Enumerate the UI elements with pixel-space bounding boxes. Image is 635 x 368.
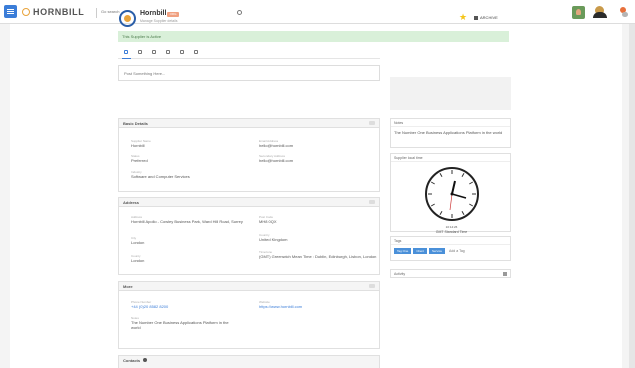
panel-title: Address [123, 200, 140, 205]
field-value: MH8 0QX [259, 219, 277, 224]
panel-title: Basic Details [123, 121, 148, 126]
favourite-star-icon[interactable]: ★ [459, 13, 467, 22]
info-icon[interactable] [143, 358, 148, 362]
phone-link[interactable]: +44 (0)20 8582 8200 [131, 304, 168, 309]
field-value: hello@hornbill.com [259, 158, 294, 163]
tab-list[interactable] [194, 50, 199, 55]
panel-title: Contacts [123, 358, 141, 363]
panel-header: More [119, 282, 379, 291]
hamburger-menu-icon[interactable] [4, 5, 17, 18]
notes-text: The Number One Business Applications Pla… [394, 130, 503, 135]
field-value: Hornbill [131, 143, 145, 148]
archive-button[interactable]: ARCHIVE [474, 15, 498, 20]
search-icon [152, 50, 156, 54]
user-avatar[interactable] [593, 5, 611, 19]
post-box [118, 65, 380, 81]
tab-attachments[interactable] [138, 50, 143, 55]
supplier-logo [119, 10, 136, 27]
panel-header: Address [119, 198, 379, 207]
supplier-header: Hornbill ORG Manage Supplier details ★ A… [118, 8, 510, 33]
field-phone: Phone Number +44 (0)20 8582 8200 [131, 300, 168, 309]
field-status: Status Preferred [131, 154, 148, 163]
local-time-panel: Supplier local time 10:14:26 GMT Standar… [390, 153, 511, 234]
status-alert: This Supplier is Active [118, 31, 509, 42]
logo-text: HORNBILL [33, 7, 85, 17]
field-value: United Kingdom [259, 237, 288, 242]
supplier-name: Hornbill [140, 10, 167, 17]
basic-details-panel: Basic Details Supplier Name Hornbill Ema… [118, 118, 380, 192]
tag-chip[interactable]: Service [429, 248, 446, 254]
panel-header: Activity [391, 270, 510, 278]
field-value: hello@hornbill.com [259, 143, 294, 148]
field-value: Hornbill Apollo - Cowley Business Park, … [131, 219, 243, 224]
field-value: (GMT) Greenwich Mean Time : Dublin, Edin… [259, 254, 377, 259]
activity-title: Activity [394, 272, 406, 276]
field-timezone: Timezone (GMT) Greenwich Mean Time : Dub… [259, 250, 377, 259]
person-icon [166, 50, 170, 54]
field-website: Website https://www.hornbill.com [259, 300, 302, 309]
field-city: City London [131, 236, 144, 245]
tag-list: Tag One Client Service Add a Tag [391, 245, 510, 257]
field-value: The Number One Business Applications Pla… [131, 320, 229, 330]
field-email: Email Address hello@hornbill.com [259, 139, 293, 148]
archive-icon [474, 15, 478, 20]
apps-icon[interactable] [572, 5, 585, 19]
add-tag-link[interactable]: Add a Tag [449, 249, 465, 253]
collapse-icon[interactable] [369, 284, 375, 288]
notes-panel: Notes The Number One Business Applicatio… [390, 118, 511, 148]
org-badge: ORG [167, 12, 179, 17]
collapse-icon[interactable] [369, 200, 375, 204]
contacts-panel: Contacts [118, 355, 380, 368]
tags-panel: Tags Tag One Client Service Add a Tag [390, 236, 511, 261]
tab-contacts[interactable] [166, 50, 171, 55]
field-country: Country United Kingdom [259, 233, 287, 242]
analog-clock [425, 167, 479, 221]
panel-header: Basic Details [119, 119, 379, 128]
field-notes: Notes The Number One Business Applicatio… [131, 316, 239, 330]
list-icon [194, 50, 198, 54]
detail-tabs [118, 47, 380, 59]
panel-header: Contacts [119, 356, 379, 368]
post-input[interactable] [124, 71, 324, 76]
clock-time: 10:14:26 [445, 225, 458, 229]
clock-timezone: GMT Standard Time [435, 230, 468, 234]
tab-search[interactable] [152, 50, 157, 55]
details-icon [124, 50, 128, 54]
attachment-icon [138, 50, 142, 54]
tags-title: Tags [391, 237, 510, 245]
tab-links[interactable] [180, 50, 185, 55]
notifications-icon[interactable] [619, 7, 629, 17]
more-panel: More Phone Number +44 (0)20 8582 8200 We… [118, 281, 380, 349]
field-value: London [131, 240, 145, 245]
field-value: Software and Computer Services [131, 174, 190, 179]
notes-title: Notes [391, 119, 510, 127]
panel-title: More [123, 284, 133, 289]
activity-panel: Activity [390, 269, 511, 278]
link-icon [180, 50, 184, 54]
hornbill-logo-icon [22, 8, 30, 16]
collapse-icon[interactable] [503, 272, 507, 276]
field-industry: Industry Software and Computer Services [131, 170, 190, 179]
archive-label: ARCHIVE [480, 15, 498, 20]
page-scrollbar[interactable] [629, 24, 635, 368]
supplier-subtitle: Manage Supplier details [140, 19, 178, 23]
tab-details[interactable] [122, 50, 131, 59]
tag-chip[interactable]: Tag One [394, 248, 412, 254]
collapse-icon[interactable] [369, 121, 375, 125]
local-time-title: Supplier local time [391, 154, 510, 162]
top-right-tools [572, 5, 629, 19]
address-panel: Address Address Hornbill Apollo - Cowley… [118, 197, 380, 275]
field-county: County London [131, 254, 144, 263]
field-address: Address Hornbill Apollo - Cowley Busines… [131, 215, 249, 224]
tag-chip[interactable]: Client [413, 248, 428, 254]
field-supplier-name: Supplier Name Hornbill [131, 139, 151, 148]
app-logo[interactable]: HORNBILL [22, 6, 84, 18]
website-link[interactable]: https://www.hornbill.com [259, 304, 302, 309]
field-value: London [131, 258, 145, 263]
field-value: Preferred [131, 158, 148, 163]
field-secondary-email: Secondary Address hello@hornbill.com [259, 154, 293, 163]
field-post-code: Post Code MH8 0QX [259, 215, 277, 224]
right-placeholder [390, 77, 511, 110]
